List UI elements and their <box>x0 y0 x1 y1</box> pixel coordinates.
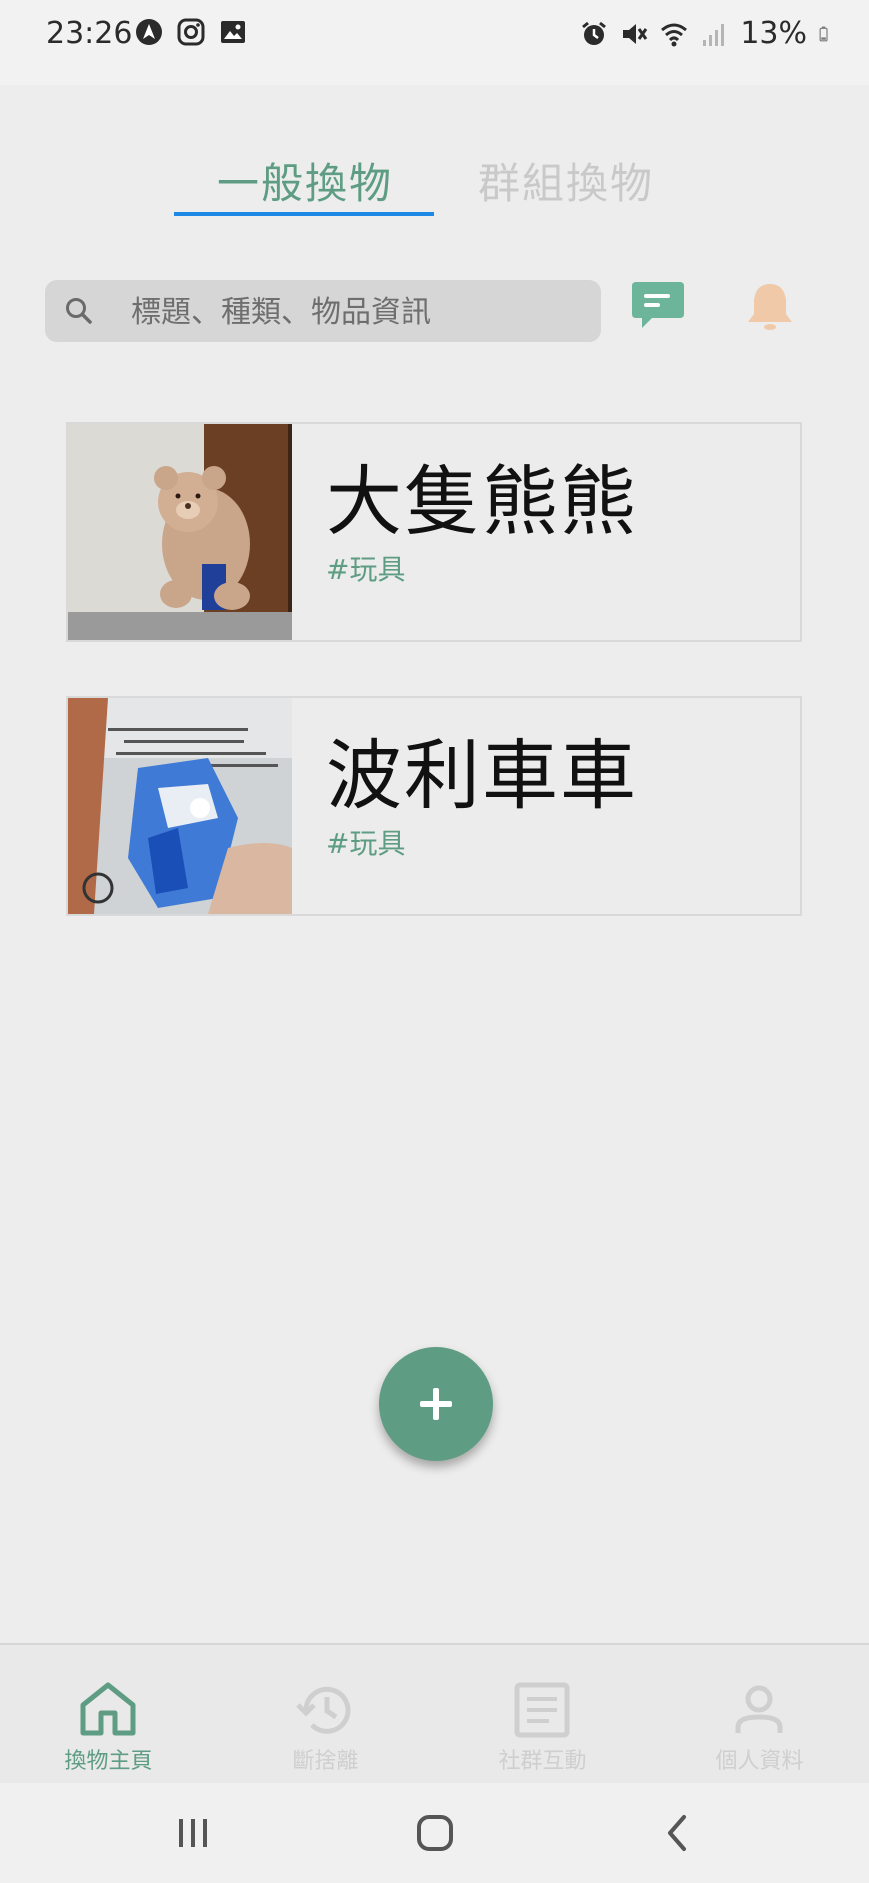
status-time: 23:26 <box>46 16 133 51</box>
nav-item-community[interactable]: 社群互動 <box>434 1645 651 1785</box>
toy-robot-car-photo <box>68 698 292 914</box>
nav-label: 換物主頁 <box>64 1749 153 1774</box>
exchange-tabs: 一般換物 群組換物 <box>0 140 869 220</box>
add-item-button[interactable] <box>379 1347 493 1461</box>
item-tag: #玩具 <box>326 827 406 860</box>
gallery-icon <box>221 21 245 43</box>
nav-item-profile[interactable]: 個人資料 <box>651 1645 868 1785</box>
nav-label: 斷捨離 <box>292 1749 359 1774</box>
nav-label: 社群互動 <box>498 1749 587 1774</box>
chat-icon[interactable] <box>630 280 686 332</box>
tab-indicator <box>174 212 434 216</box>
search-icon <box>66 298 92 324</box>
nav-label: 個人資料 <box>715 1749 804 1774</box>
wifi-icon <box>661 23 688 46</box>
nav-item-home[interactable]: 換物主頁 <box>0 1645 217 1785</box>
article-icon <box>514 1682 570 1738</box>
status-bar: 23:26 13% <box>0 0 869 85</box>
alarm-icon <box>582 21 607 45</box>
item-card[interactable]: 波利車車 #玩具 <box>66 696 802 916</box>
battery-icon <box>819 26 828 41</box>
history-icon <box>296 1686 351 1734</box>
battery-percent: 13% <box>740 16 807 51</box>
home-icon <box>80 1682 136 1736</box>
navigation-app-icon <box>136 19 162 45</box>
mute-icon <box>623 23 648 44</box>
bell-icon[interactable] <box>742 280 798 336</box>
signal-icon <box>703 23 725 46</box>
tab-group-exchange[interactable]: 群組換物 <box>478 150 654 211</box>
instagram-icon <box>177 18 205 46</box>
home-system-icon[interactable] <box>410 1811 460 1855</box>
item-tag: #玩具 <box>326 553 406 586</box>
bottom-nav: 換物主頁 斷捨離 社群互動 個人資料 <box>0 1643 869 1785</box>
back-icon[interactable] <box>654 1811 704 1855</box>
status-icons-left <box>135 18 247 46</box>
tab-general-exchange[interactable]: 一般換物 <box>217 150 393 211</box>
item-card[interactable]: 大隻熊熊 #玩具 <box>66 422 802 642</box>
person-icon <box>735 1685 783 1733</box>
nav-item-declutter[interactable]: 斷捨離 <box>217 1645 434 1785</box>
plus-icon <box>420 1388 452 1420</box>
teddy-bear-photo <box>68 424 292 640</box>
item-title: 大隻熊熊 <box>326 457 638 546</box>
search-box[interactable] <box>45 280 601 344</box>
status-icons-right: 13% <box>580 16 835 51</box>
recent-apps-icon[interactable] <box>168 1811 218 1855</box>
system-nav <box>0 1783 869 1883</box>
search-input[interactable] <box>129 280 583 344</box>
item-title: 波利車車 <box>326 731 638 820</box>
